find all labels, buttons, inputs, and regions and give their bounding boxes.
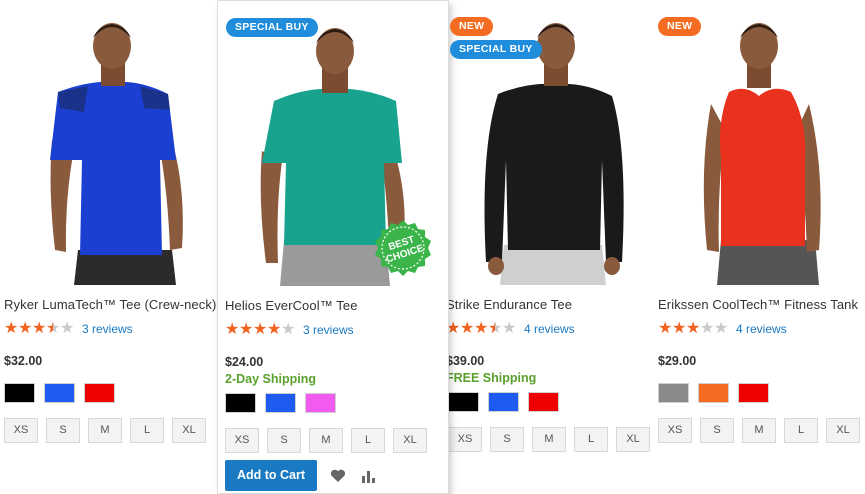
product-rating: ★ ★ ★ ★ ★ 3 reviews — [225, 322, 354, 338]
star-icon: ★ — [253, 321, 268, 338]
color-swatch[interactable] — [305, 393, 336, 413]
size-option[interactable]: XS — [448, 427, 482, 452]
size-option[interactable]: L — [351, 428, 385, 453]
product-price: $32.00 — [4, 354, 43, 368]
compare-icon[interactable] — [359, 467, 377, 485]
new-badge: NEW — [658, 17, 702, 36]
color-swatch[interactable] — [738, 383, 769, 403]
size-option[interactable]: M — [88, 418, 122, 443]
size-option[interactable]: XL — [826, 418, 860, 443]
heart-icon[interactable] — [329, 467, 347, 485]
size-option[interactable]: XS — [4, 418, 38, 443]
color-swatches — [658, 383, 769, 403]
star-icon: ★ — [672, 320, 687, 337]
add-to-cart-button[interactable]: Add to Cart — [225, 460, 317, 491]
product-price: $29.00 — [658, 354, 697, 368]
star-icon: ★ — [18, 320, 33, 337]
color-swatches — [4, 383, 115, 403]
size-options: XS S M L XL — [448, 427, 650, 452]
new-badge: NEW — [450, 17, 494, 36]
product-rating: ★ ★ ★ ★ ★ 4 reviews — [446, 321, 575, 337]
product-photo[interactable] — [655, 0, 865, 285]
color-swatch[interactable] — [528, 392, 559, 412]
reviews-link[interactable]: 3 reviews — [303, 323, 354, 337]
product-card[interactable]: NEW SPECIAL BUY Strike Endurance Tee ★ ★ ★… — [446, 0, 654, 494]
shipping-label: FREE Shipping — [446, 371, 537, 385]
star-icon: ★ — [267, 321, 282, 338]
star-icon: ★ — [658, 320, 673, 337]
product-grid: Ryker LumaTech™ Tee (Crew-neck) ★ ★ ★ ★ ★ 3 … — [0, 0, 865, 494]
color-swatch[interactable] — [84, 383, 115, 403]
product-photo[interactable] — [0, 0, 215, 285]
star-icon: ★ — [700, 320, 715, 337]
size-option[interactable]: L — [130, 418, 164, 443]
size-option[interactable]: XL — [616, 427, 650, 452]
product-rating: ★ ★ ★ ★ ★ 3 reviews — [4, 321, 133, 337]
best-choice-seal: BEST CHOICE — [374, 219, 432, 282]
star-icon: ★ — [281, 321, 296, 338]
size-option[interactable]: M — [309, 428, 343, 453]
color-swatch[interactable] — [4, 383, 35, 403]
star-icon: ★ — [60, 320, 75, 337]
product-card[interactable]: NEW Erikssen CoolTech™ Fitness Tank ★ ★ ★ ★… — [655, 0, 865, 494]
size-option[interactable]: XL — [393, 428, 427, 453]
color-swatch[interactable] — [698, 383, 729, 403]
color-swatch[interactable] — [488, 392, 519, 412]
rating-stars: ★ ★ ★ ★ ★ — [225, 322, 295, 338]
product-price: $39.00 — [446, 354, 485, 368]
color-swatch[interactable] — [225, 393, 256, 413]
star-icon: ★ — [32, 320, 47, 337]
star-icon: ★ — [46, 320, 61, 337]
star-icon: ★ — [239, 321, 254, 338]
star-icon: ★ — [460, 320, 475, 337]
size-options: XS S M L XL — [658, 418, 860, 443]
color-swatch[interactable] — [265, 393, 296, 413]
color-swatch[interactable] — [448, 392, 479, 412]
reviews-link[interactable]: 3 reviews — [82, 322, 133, 336]
star-icon: ★ — [714, 320, 729, 337]
color-swatches — [225, 393, 336, 413]
rating-stars: ★ ★ ★ ★ ★ — [658, 321, 728, 337]
product-name[interactable]: Strike Endurance Tee — [446, 297, 572, 312]
product-name[interactable]: Ryker LumaTech™ Tee (Crew-neck) — [4, 297, 216, 312]
rating-stars: ★ ★ ★ ★ ★ — [4, 321, 74, 337]
size-options: XS S M L XL — [225, 428, 427, 453]
size-option[interactable]: XS — [225, 428, 259, 453]
product-name[interactable]: Helios EverCool™ Tee — [225, 298, 358, 313]
shirt-shape — [720, 88, 806, 246]
size-option[interactable]: M — [742, 418, 776, 443]
rating-stars: ★ ★ ★ ★ ★ — [446, 321, 516, 337]
size-option[interactable]: S — [267, 428, 301, 453]
size-options: XS S M L XL — [4, 418, 206, 443]
color-swatches — [448, 392, 559, 412]
reviews-link[interactable]: 4 reviews — [524, 322, 575, 336]
star-icon: ★ — [488, 320, 503, 337]
size-option[interactable]: L — [784, 418, 818, 443]
size-option[interactable]: XL — [172, 418, 206, 443]
size-option[interactable]: L — [574, 427, 608, 452]
special-buy-badge: SPECIAL BUY — [450, 40, 542, 59]
size-option[interactable]: S — [700, 418, 734, 443]
product-rating: ★ ★ ★ ★ ★ 4 reviews — [658, 321, 787, 337]
star-icon: ★ — [4, 320, 19, 337]
special-buy-badge: SPECIAL BUY — [226, 18, 318, 37]
star-icon: ★ — [225, 321, 240, 338]
color-swatch[interactable] — [44, 383, 75, 403]
star-icon: ★ — [474, 320, 489, 337]
size-option[interactable]: M — [532, 427, 566, 452]
product-actions: Add to Cart — [225, 460, 377, 491]
size-option[interactable]: S — [46, 418, 80, 443]
size-option[interactable]: S — [490, 427, 524, 452]
product-name[interactable]: Erikssen CoolTech™ Fitness Tank — [658, 297, 858, 312]
star-icon: ★ — [686, 320, 701, 337]
star-icon: ★ — [502, 320, 517, 337]
shipping-label: 2-Day Shipping — [225, 372, 316, 386]
product-price: $24.00 — [225, 355, 264, 369]
product-card[interactable]: SPECIAL BUY BEST CHOICE Helios EverCool™… — [217, 0, 449, 494]
size-option[interactable]: XS — [658, 418, 692, 443]
reviews-link[interactable]: 4 reviews — [736, 322, 787, 336]
product-card[interactable]: Ryker LumaTech™ Tee (Crew-neck) ★ ★ ★ ★ ★ 3 … — [0, 0, 216, 494]
color-swatch[interactable] — [658, 383, 689, 403]
